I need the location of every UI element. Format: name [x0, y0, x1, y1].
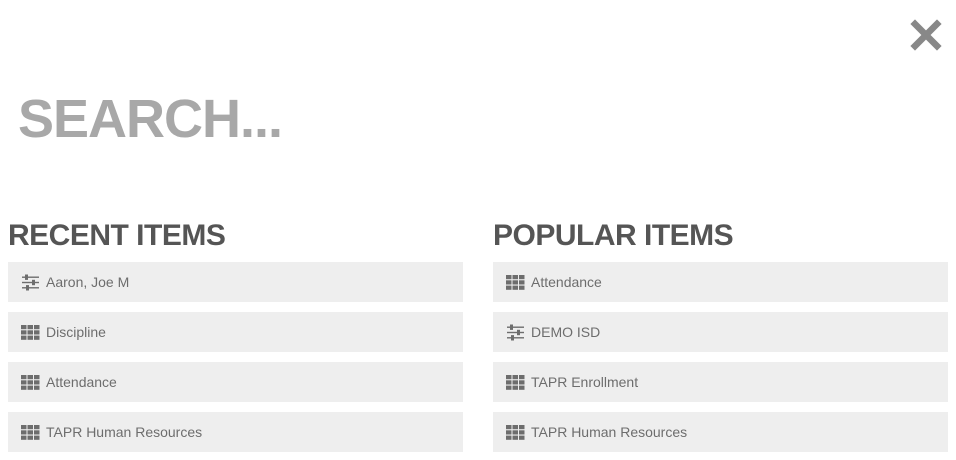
recent-item[interactable]: Discipline	[8, 312, 463, 352]
recent-item[interactable]: Attendance	[8, 362, 463, 402]
close-button[interactable]	[910, 19, 942, 51]
popular-item-label: TAPR Human Resources	[531, 424, 688, 440]
sliders-icon	[506, 324, 525, 341]
popular-items-section: POPULAR ITEMS Attendance DEMO ISD TAPR Enr…	[493, 218, 948, 460]
popular-items-heading: POPULAR ITEMS	[493, 219, 734, 252]
grid-icon	[21, 374, 40, 391]
recent-item-label: TAPR Human Resources	[46, 424, 203, 440]
popular-item[interactable]: TAPR Enrollment	[493, 362, 948, 402]
popular-item-label: DEMO ISD	[531, 324, 601, 340]
recent-item[interactable]: Aaron, Joe M	[8, 262, 463, 302]
grid-icon	[21, 424, 40, 441]
grid-icon	[506, 274, 525, 291]
popular-item[interactable]: DEMO ISD	[493, 312, 948, 352]
popular-item[interactable]: TAPR Human Resources	[493, 412, 948, 452]
grid-icon	[21, 324, 40, 341]
sliders-icon	[21, 274, 40, 291]
recent-item-label: Aaron, Joe M	[46, 274, 130, 290]
recent-item-label: Attendance	[46, 374, 117, 390]
recent-item[interactable]: TAPR Human Resources	[8, 412, 463, 452]
recent-item-label: Discipline	[46, 324, 106, 340]
popular-item[interactable]: Attendance	[493, 262, 948, 302]
grid-icon	[506, 374, 525, 391]
recent-items-section: RECENT ITEMS Aaron, Joe M Discipline Atten…	[8, 218, 463, 460]
popular-items-list: Attendance DEMO ISD TAPR Enrollment TAPR Hu…	[493, 262, 948, 452]
popular-item-label: Attendance	[531, 274, 602, 290]
search-overlay: RECENT ITEMS Aaron, Joe M Discipline Atten…	[0, 0, 956, 460]
close-icon	[910, 19, 942, 51]
popular-item-label: TAPR Enrollment	[531, 374, 639, 390]
recent-items-heading: RECENT ITEMS	[8, 219, 226, 252]
recent-items-list: Aaron, Joe M Discipline Attendance TAPR Hum…	[8, 262, 463, 452]
grid-icon	[506, 424, 525, 441]
search-input[interactable]	[18, 88, 878, 150]
